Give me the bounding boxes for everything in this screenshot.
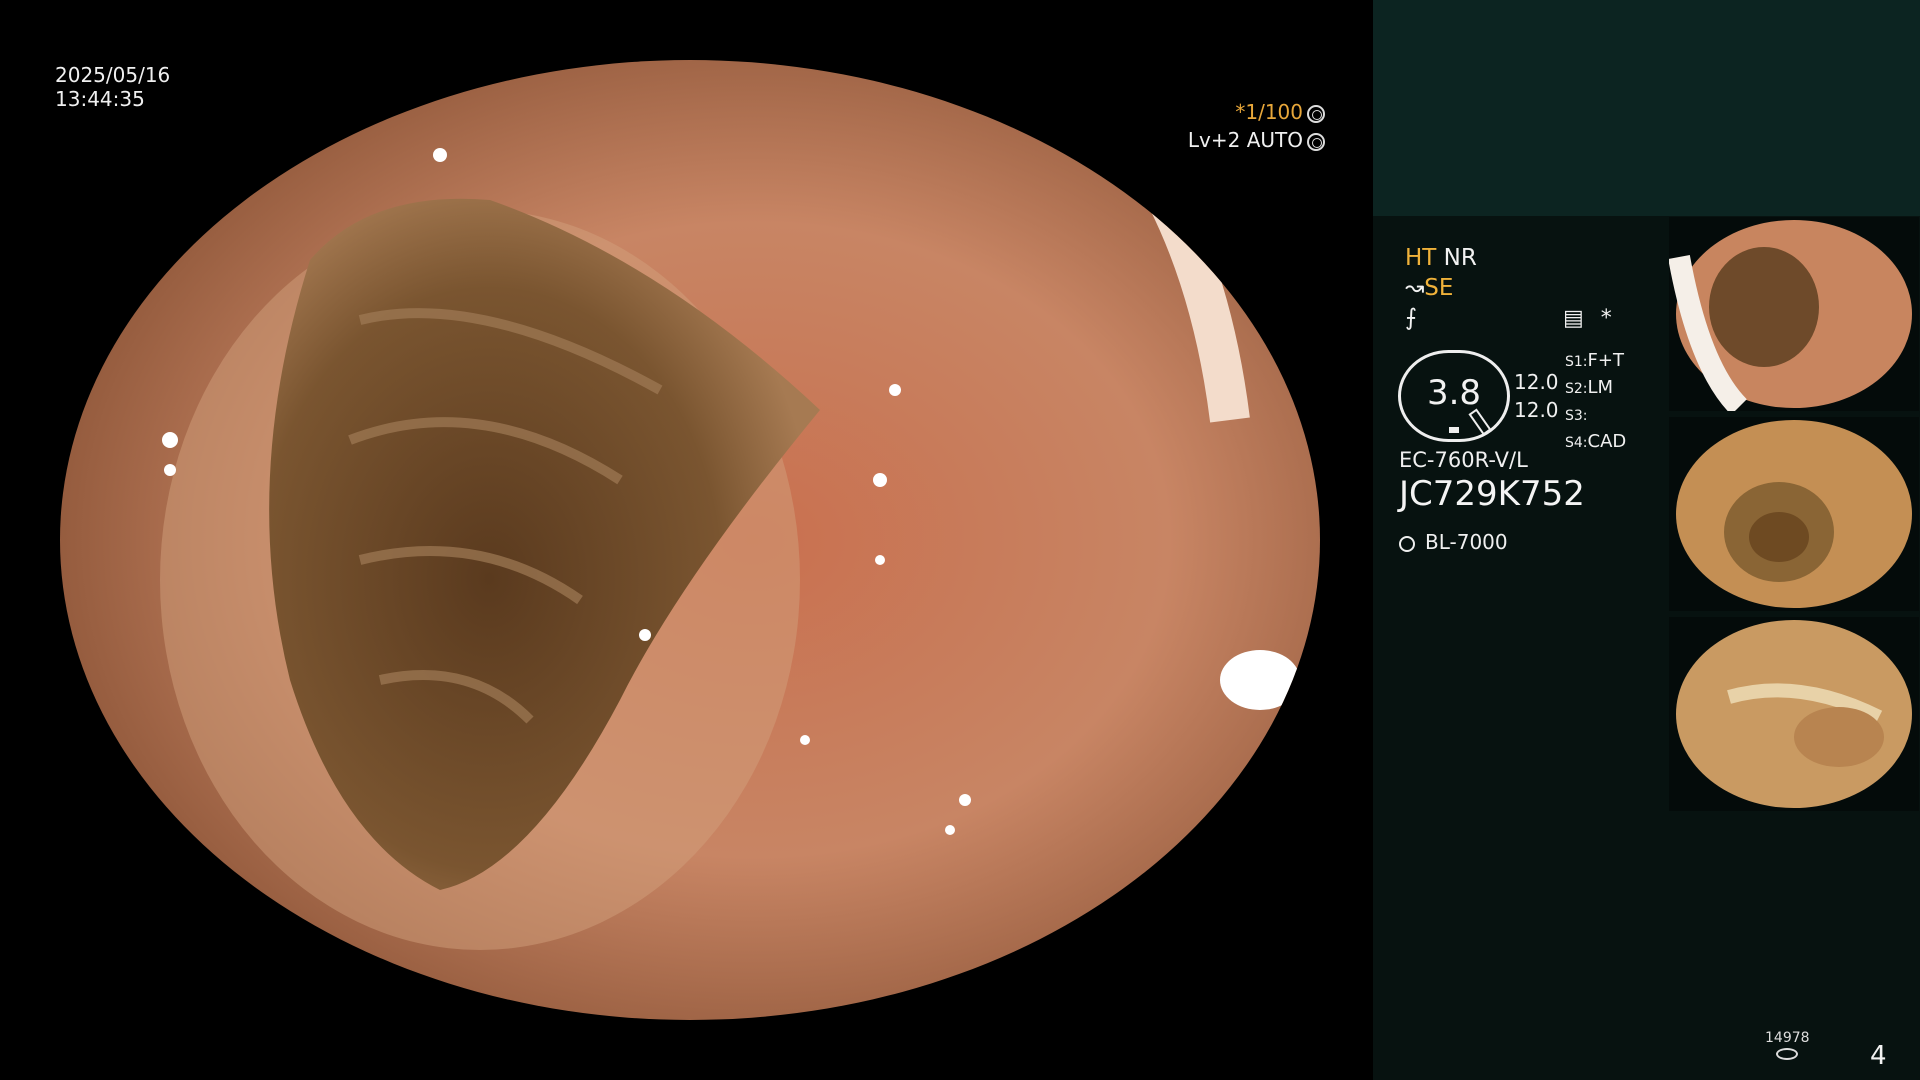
mode-s4: S4:CAD — [1565, 429, 1626, 456]
value-1: 12.0 — [1514, 370, 1559, 394]
auto-iris-icon — [1307, 132, 1325, 151]
value-2: 12.0 — [1514, 398, 1559, 422]
timestamp: 2025/05/16 13:44:35 — [55, 63, 170, 111]
asterisk-mark: * — [1600, 306, 1612, 331]
shutter-wheel-icon — [1307, 104, 1325, 123]
gauge-marker — [1449, 427, 1459, 433]
brightness-level: Lv+2 AUTO — [1187, 128, 1303, 152]
mode-key: S3: — [1565, 408, 1588, 424]
se-label: SE — [1424, 275, 1454, 301]
shutter-speed: *1/100 — [1235, 100, 1303, 124]
gauge-value: 3.8 — [1426, 373, 1482, 413]
mode-s3: S3: — [1565, 402, 1626, 429]
page-number: 4 — [1870, 1041, 1887, 1071]
mode-key: S1: — [1565, 354, 1588, 370]
lamp-icon — [1399, 535, 1415, 552]
switch-modes: S1:F+T S2:LM S3: S4:CAD — [1565, 348, 1626, 456]
endoscope-view: 2025/05/16 13:44:35 *1/100 Lv+2 AUTO — [0, 0, 1373, 1080]
enhancement-status: HT NR ↝SE ⨍ — [1405, 243, 1477, 333]
icon-row: ▤ * — [1563, 306, 1612, 331]
panel-header — [1373, 0, 1920, 216]
capture-counter: 14978 — [1765, 1030, 1810, 1046]
thumbnail[interactable] — [1669, 617, 1919, 811]
time-text: 13:44:35 — [55, 87, 145, 111]
ht-label: HT — [1405, 245, 1437, 271]
light-source: BL-7000 — [1399, 530, 1508, 554]
exposure-info: *1/100 Lv+2 AUTO — [1188, 98, 1325, 154]
mode-s2: S2:LM — [1565, 375, 1626, 402]
info-panel: HT NR ↝SE ⨍ ▤ * 3.8 12.0 12.0 S1:F+T S2:… — [1373, 0, 1920, 1080]
mode-value: LM — [1587, 377, 1614, 398]
chart-icon: ▤ — [1563, 306, 1584, 331]
scope-curve-icon: ↝ — [1405, 275, 1425, 301]
structure-icon: ⨍ — [1405, 305, 1417, 331]
thumbnail[interactable] — [1669, 417, 1919, 611]
scope-model: EC-760R-V/L — [1399, 448, 1528, 472]
setting-values: 12.0 12.0 — [1514, 368, 1559, 424]
captured-thumbnails — [1669, 217, 1919, 817]
mode-value: F+T — [1587, 350, 1624, 371]
disk-icon — [1776, 1048, 1798, 1060]
scope-serial: JC729K752 — [1399, 474, 1585, 514]
nr-label: NR — [1443, 245, 1477, 271]
thumbnail[interactable] — [1669, 217, 1919, 411]
mode-key: S2: — [1565, 381, 1588, 397]
mode-value: CAD — [1587, 431, 1627, 452]
zoom-gauge: 3.8 — [1398, 350, 1510, 442]
mode-s1: S1:F+T — [1565, 348, 1626, 375]
lamp-label: BL-7000 — [1425, 530, 1508, 554]
mode-key: S4: — [1565, 435, 1588, 451]
date-text: 2025/05/16 — [55, 63, 171, 87]
endoscopic-image — [60, 60, 1320, 1020]
